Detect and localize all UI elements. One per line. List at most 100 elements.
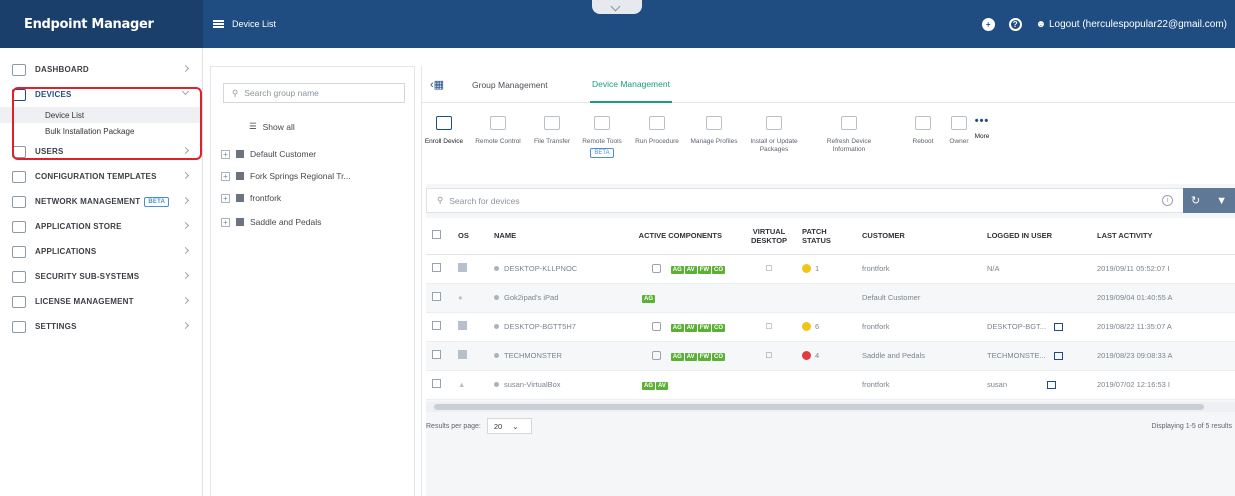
sidebar-item-application-store[interactable]: APPLICATION STORE [0, 214, 202, 239]
table-row[interactable]: DESKTOP-BGTT5H7 AG AV FW CO ☐ 6 frontfork D… [426, 312, 1235, 342]
logged-user-cell: susan [981, 370, 1091, 400]
col-active-components[interactable]: ACTIVE COMPONENTS [616, 218, 736, 255]
name-cell: DESKTOP-KLLPNOC [488, 254, 616, 284]
virtual-desktop-icon[interactable]: ☐ [766, 351, 773, 360]
row-checkbox[interactable] [432, 379, 441, 388]
col-os[interactable]: OS [452, 218, 488, 255]
tool-label: Remote Control [475, 138, 521, 145]
component-badge: AG [642, 381, 655, 390]
tool-label: More [974, 133, 990, 140]
device-name[interactable]: DESKTOP-BGTT5H7 [504, 322, 576, 331]
sidebar-item-security-subsystems[interactable]: SECURITY SUB-SYSTEMS [0, 264, 202, 289]
run-procedure-button[interactable]: Run Procedure [627, 110, 687, 146]
tab-group-management[interactable]: Group Management [472, 66, 548, 103]
group-item[interactable]: + frontfork [221, 193, 281, 203]
last-activity-cell: 2019/08/23 09:08:33 A [1091, 341, 1235, 371]
table-row[interactable]: ▲ susan-VirtualBox AG AV frontfork susan … [426, 370, 1235, 400]
name-cell: susan-VirtualBox [488, 370, 616, 400]
sidebar-item-dashboard[interactable]: DASHBOARD [0, 57, 202, 82]
patch-count[interactable]: 4 [815, 351, 819, 360]
logged-user-cell: DESKTOP-BGT... [981, 312, 1091, 342]
remote-control-button[interactable]: Remote Control [468, 110, 528, 146]
row-checkbox[interactable] [432, 350, 441, 359]
patch-warning-icon [802, 264, 811, 274]
results-per-page-select[interactable]: 20 ⌄ [486, 418, 532, 434]
patch-count[interactable]: 1 [815, 264, 819, 273]
enroll-device-button[interactable]: Enroll Device [414, 110, 474, 146]
device-name[interactable]: susan-VirtualBox [504, 380, 561, 389]
remote-connect-icon[interactable] [1054, 323, 1064, 331]
filter-icon[interactable]: ▼ [1216, 195, 1227, 207]
status-dot [494, 382, 499, 387]
col-name[interactable]: NAME [488, 218, 616, 255]
horizontal-scrollbar[interactable] [426, 402, 1235, 412]
device-name[interactable]: Gok2ipad's iPad [504, 293, 558, 302]
install-update-packages-button[interactable]: Install or Update Packages [743, 110, 805, 154]
virtual-desktop-icon[interactable]: ☐ [766, 322, 773, 331]
group-item[interactable]: + Default Customer [221, 149, 316, 159]
table-row[interactable]: DESKTOP-KLLPNOC AG AV FW CO ☐ 1 frontfork N… [426, 254, 1235, 284]
menu-icon[interactable] [213, 20, 224, 28]
sidebar-item-configuration-templates[interactable]: CONFIGURATION TEMPLATES [0, 164, 202, 189]
virtual-desktop-icon[interactable]: ☐ [766, 264, 773, 273]
expand-icon[interactable]: + [221, 193, 230, 203]
tab-device-management[interactable]: Device Management [590, 66, 672, 103]
collapse-header-handle[interactable] [592, 0, 642, 14]
col-patch-status[interactable]: PATCH STATUS [796, 218, 856, 255]
add-icon[interactable]: + [981, 17, 995, 31]
more-button[interactable]: ••• More [962, 110, 1002, 141]
expand-icon[interactable]: + [221, 217, 230, 227]
col-logged-in-user[interactable]: LOGGED IN USER [981, 218, 1091, 255]
os-cell: ▲ [452, 370, 488, 400]
sidebar-item-applications[interactable]: APPLICATIONS [0, 239, 202, 264]
sidebar-item-network-management[interactable]: NETWORK MANAGEMENT BETA [0, 189, 202, 214]
show-all-link[interactable]: ☰ Show all [249, 121, 295, 132]
help-icon[interactable]: ? [1008, 17, 1022, 31]
device-search-input[interactable]: ⚲ Search for devices [427, 189, 1162, 212]
component-badge: FW [697, 352, 711, 361]
tool-label: Remote Tools [582, 138, 622, 145]
row-checkbox[interactable] [432, 321, 441, 330]
col-customer[interactable]: CUSTOMER [856, 218, 981, 255]
component-badge: AV [684, 352, 697, 361]
logout-link[interactable]: ☻ Logout (herculespopular22@gmail.com) [1036, 19, 1227, 30]
remote-tools-button[interactable]: Remote Tools BETA [572, 110, 632, 158]
app-brand[interactable]: Endpoint Manager [0, 0, 203, 48]
device-name[interactable]: TECHMONSTER [504, 351, 562, 360]
sidebar-item-label: APPLICATIONS [35, 247, 97, 256]
table-row[interactable]: TECHMONSTER AG AV FW CO ☐ 4 Saddle and Peda… [426, 341, 1235, 371]
table-row[interactable]: ● Gok2ipad's iPad AG Default Customer 20… [426, 283, 1235, 313]
scrollbar-thumb[interactable] [434, 404, 1204, 410]
manage-profiles-button[interactable]: Manage Profiles [684, 110, 744, 146]
expand-icon[interactable]: + [221, 149, 230, 159]
breadcrumb-label: Device List [232, 19, 277, 29]
row-checkbox[interactable] [432, 263, 441, 272]
col-last-activity[interactable]: LAST ACTIVITY [1091, 218, 1235, 255]
sidebar-item-settings[interactable]: SETTINGS [0, 314, 202, 339]
refresh-device-information-button[interactable]: Refresh Device Information [816, 110, 882, 154]
tool-label: Enroll Device [424, 138, 464, 145]
remote-connect-icon[interactable] [1053, 352, 1063, 360]
sidebar-item-license-management[interactable]: LICENSE MANAGEMENT [0, 289, 202, 314]
patch-cell: 1 [796, 254, 856, 284]
remote-connect-icon[interactable] [1047, 381, 1057, 389]
row-checkbox[interactable] [432, 292, 441, 301]
group-search-input[interactable]: ⚲ Search group name [223, 83, 405, 103]
patch-count[interactable]: 6 [815, 322, 819, 331]
col-virtual-desktop[interactable]: VIRTUAL DESKTOP [736, 218, 796, 255]
top-header: Endpoint Manager Device List + ? ☻ Logou… [0, 0, 1235, 48]
last-activity-cell: 2019/09/11 05:52:07 I [1091, 254, 1235, 284]
component-badge: AV [684, 323, 697, 332]
sync-icon [651, 264, 661, 274]
collapse-tree-icon[interactable]: ‹▦ [430, 78, 444, 91]
virtual-desktop-cell [736, 283, 796, 313]
select-all-checkbox[interactable] [432, 230, 441, 240]
group-item[interactable]: + Fork Springs Regional Tr... [221, 171, 351, 181]
status-dot [494, 266, 499, 271]
info-icon[interactable]: i [1162, 195, 1173, 206]
expand-icon[interactable]: + [221, 171, 230, 181]
refresh-table-icon[interactable]: ↻ [1191, 194, 1200, 207]
chevron-right-icon [181, 321, 190, 330]
device-name[interactable]: DESKTOP-KLLPNOC [504, 264, 577, 273]
group-item[interactable]: + Saddle and Pedals [221, 217, 321, 227]
